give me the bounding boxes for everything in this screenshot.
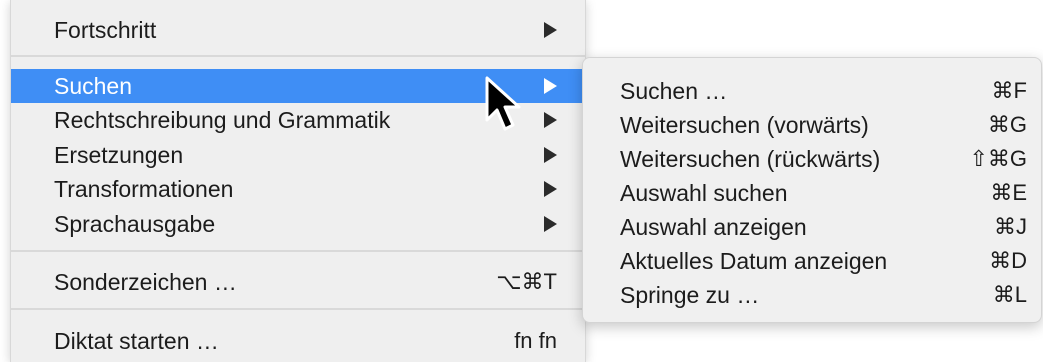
menu-item-fortschritt[interactable]: Fortschritt [11,13,585,47]
submenu-item-label: Auswahl suchen [620,179,788,206]
submenu-arrow-icon [544,22,557,38]
submenu-item-shortcut: ⌘E [990,180,1027,205]
menu-item-label: Diktat starten … [54,327,219,354]
menu-separator [11,55,585,57]
menu-item-shortcut: fn fn [514,328,557,353]
submenu-item-auswahl-suchen[interactable]: Auswahl suchen ⌘E [583,176,1041,210]
edit-menu: Fortschritt Suchen Rechtschreibung und G… [10,0,586,362]
menu-item-shortcut: ⌥⌘T [496,269,557,294]
submenu-item-weitersuchen-vorwaerts[interactable]: Weitersuchen (vorwärts) ⌘G [583,108,1041,142]
menu-item-transformationen[interactable]: Transformationen [11,172,585,206]
submenu-item-springe-zu[interactable]: Springe zu … ⌘L [583,278,1041,312]
submenu-item-shortcut: ⌘J [994,214,1027,239]
submenu-item-aktuelles-datum-anzeigen[interactable]: Aktuelles Datum anzeigen ⌘D [583,244,1041,278]
menu-item-label: Sonderzeichen … [54,268,237,295]
submenu-arrow-icon [544,216,557,232]
menu-item-sprachausgabe[interactable]: Sprachausgabe [11,207,585,241]
menu-item-ersetzungen[interactable]: Ersetzungen [11,138,585,172]
menu-item-label: Sprachausgabe [54,210,216,237]
submenu-item-auswahl-anzeigen[interactable]: Auswahl anzeigen ⌘J [583,210,1041,244]
menu-separator [11,308,585,310]
menu-separator [11,250,585,252]
submenu-arrow-icon [544,181,557,197]
submenu-item-shortcut: ⌘L [992,282,1027,307]
submenu-item-label: Weitersuchen (rückwärts) [620,145,881,172]
submenu-item-label: Aktuelles Datum anzeigen [620,247,888,274]
submenu-item-label: Springe zu … [620,281,760,308]
submenu-arrow-icon [544,78,557,94]
menu-item-sonderzeichen[interactable]: Sonderzeichen … ⌥⌘T [11,265,585,299]
submenu-item-shortcut: ⌘F [991,78,1027,103]
arrow-pointer-icon [485,76,521,131]
submenu-item-label: Suchen … [620,77,728,104]
menu-item-label: Ersetzungen [54,141,184,168]
submenu-arrow-icon [544,147,557,163]
submenu-item-shortcut: ⌘G [987,112,1027,137]
submenu-item-suchen[interactable]: Suchen … ⌘F [583,74,1041,108]
submenu-arrow-icon [544,112,557,128]
submenu-item-shortcut: ⌘D [989,248,1027,273]
submenu-item-weitersuchen-rueckwaerts[interactable]: Weitersuchen (rückwärts) ⇧⌘G [583,142,1041,176]
menu-item-diktat-starten[interactable]: Diktat starten … fn fn [11,324,585,358]
submenu-item-shortcut: ⇧⌘G [969,146,1027,171]
menu-item-label: Transformationen [54,175,234,202]
submenu-item-label: Auswahl anzeigen [620,213,807,240]
menu-item-label: Rechtschreibung und Grammatik [54,106,391,133]
menu-item-label: Fortschritt [54,16,157,43]
submenu-item-label: Weitersuchen (vorwärts) [620,111,869,138]
suchen-submenu: Suchen … ⌘F Weitersuchen (vorwärts) ⌘G W… [582,57,1042,323]
menu-item-label: Suchen [54,72,133,99]
